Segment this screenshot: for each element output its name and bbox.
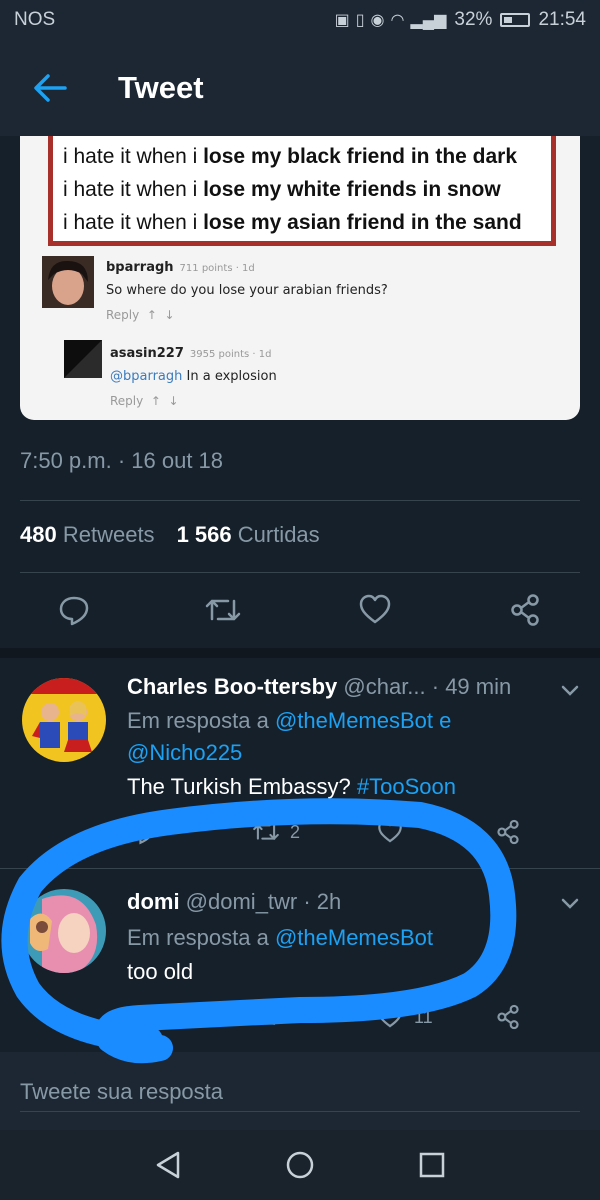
share-button[interactable] (490, 999, 526, 1035)
like-button[interactable] (355, 580, 395, 640)
retweets-stat[interactable]: 480 Retweets (20, 522, 155, 548)
meme-comment: asasin227 3955 points · 1d @bparragh In a… (110, 342, 277, 408)
like-icon (378, 820, 402, 843)
battery-icon (500, 13, 531, 27)
nav-back-button[interactable] (148, 1145, 188, 1185)
retweet-button[interactable] (248, 999, 284, 1035)
meme-comment-text: @bparragh In a explosion (110, 369, 277, 384)
reply-author-name[interactable]: domi (127, 889, 180, 914)
share-icon (497, 1004, 519, 1030)
reply-handle-time: @char... · 49 min (337, 674, 512, 699)
meme-comment-text: So where do you lose your arabian friend… (106, 283, 388, 298)
meme-comment-user: asasin227 (110, 346, 184, 361)
nav-back-icon (156, 1151, 180, 1179)
mention-link[interactable]: @theMemesBot (275, 925, 433, 950)
reply-icon (130, 821, 154, 845)
reply-text: The Turkish Embassy? #TooSoon (127, 774, 456, 799)
avatar[interactable] (22, 678, 106, 762)
page-title: Tweet (118, 70, 204, 105)
retweet-count: 2 (290, 822, 301, 842)
status-icons: ▣ ▯ ◉ ◠ ▂▄▆ (335, 10, 447, 30)
retweet-button[interactable] (248, 814, 284, 850)
divider (20, 500, 580, 501)
section-separator (0, 648, 600, 658)
hashtag-link[interactable]: #TooSoon (357, 774, 456, 799)
meme-quote-line: i hate it when i lose my white friends i… (63, 178, 501, 201)
reply-button[interactable] (124, 999, 160, 1035)
reply-actions: 2 (0, 814, 600, 864)
wifi-icon: ◠ (390, 12, 405, 29)
eye-comfort-icon: ◉ (370, 12, 385, 29)
divider (20, 572, 580, 573)
nav-recents-icon (419, 1152, 445, 1178)
avatar[interactable] (22, 889, 106, 973)
back-arrow-icon (34, 74, 67, 102)
vibrate-icon: ▯ (355, 12, 365, 29)
meme-quote-line: i hate it when i lose my asian friend in… (63, 211, 522, 234)
meme-comment-avatar (64, 340, 102, 378)
like-count: 11 (414, 1007, 433, 1027)
clock: 21:54 (538, 9, 586, 30)
meme-comment-avatar (42, 256, 94, 308)
tweet-image[interactable]: i hate it when i lose my black friend in… (20, 136, 580, 420)
reply-header: Charles Boo-ttersby @char... · 49 min (127, 674, 550, 700)
meme-quote-line: i hate it when i lose my black friend in… (63, 145, 518, 168)
reply-actions: 11 (0, 999, 600, 1049)
reply-input[interactable] (20, 1072, 580, 1112)
nav-recents-button[interactable] (412, 1145, 452, 1185)
meme-comment-meta: 711 points · 1d (179, 263, 255, 274)
app-bar: Tweet (0, 40, 600, 136)
reply-header: domi @domi_twr · 2h (127, 889, 550, 915)
share-button[interactable] (490, 814, 526, 850)
reply-tweet[interactable]: Charles Boo-ttersby @char... · 49 min Em… (0, 658, 600, 868)
reply-author-name[interactable]: Charles Boo-ttersby (127, 674, 337, 699)
reply-button[interactable] (54, 580, 94, 640)
reply-composer (0, 1052, 600, 1130)
meme-comment-reply: Reply ↑ ↓ (110, 394, 179, 408)
status-bar: NOS ▣ ▯ ◉ ◠ ▂▄▆ 32% 21:54 (0, 0, 600, 40)
signal-icon: ▂▄▆ (410, 12, 447, 29)
retweet-button[interactable] (203, 580, 243, 640)
tweet-actions (0, 580, 600, 646)
like-button[interactable] (372, 999, 408, 1035)
reply-handle-time: @domi_twr · 2h (179, 889, 342, 914)
reply-button[interactable] (124, 814, 160, 850)
meme-comment-reply: Reply ↑ ↓ (106, 308, 175, 322)
nfc-icon: ▣ (334, 12, 350, 29)
share-icon (497, 819, 519, 845)
meme-comment-meta: 3955 points · 1d (189, 349, 272, 360)
nav-home-icon (286, 1151, 314, 1179)
reply-icon (130, 1006, 154, 1030)
reply-tweet[interactable]: domi @domi_twr · 2h Em resposta a @theMe… (0, 869, 600, 1049)
back-button[interactable] (20, 58, 80, 118)
retweet-icon (253, 823, 279, 841)
in-reply-to: Em resposta a @theMemesBot (127, 925, 434, 950)
nav-home-button[interactable] (280, 1145, 320, 1185)
meme-quote-box: i hate it when i lose my black friend in… (48, 136, 556, 246)
reply-icon (59, 596, 89, 626)
chevron-down-icon[interactable] (558, 678, 582, 702)
likes-stat[interactable]: 1 566 Curtidas (177, 522, 320, 548)
like-icon (359, 594, 391, 624)
mention-link[interactable]: @Nicho225 (127, 740, 242, 765)
carrier-label: NOS (14, 9, 56, 30)
share-icon (511, 594, 539, 626)
retweet-icon (253, 1008, 279, 1026)
tweet-stats: 480 Retweets 1 566 Curtidas (20, 522, 320, 548)
like-button[interactable] (372, 814, 408, 850)
mention-link[interactable]: @theMemesBot (275, 708, 433, 733)
share-button[interactable] (505, 580, 545, 640)
like-icon (378, 1005, 402, 1028)
tweet-timestamp: 7:50 p.m. · 16 out 18 (20, 448, 224, 473)
meme-comment: bparragh 711 points · 1d So where do you … (106, 256, 388, 322)
meme-comment-user: bparragh (106, 260, 174, 275)
in-reply-to: Em resposta a @theMemesBot e (127, 708, 452, 733)
retweet-icon (205, 599, 241, 621)
reply-text: too old (127, 959, 194, 984)
chevron-down-icon[interactable] (558, 891, 582, 915)
system-nav-bar (0, 1130, 600, 1200)
in-reply-to-continued: @Nicho225 (127, 740, 242, 766)
battery-percent: 32% (454, 9, 493, 30)
